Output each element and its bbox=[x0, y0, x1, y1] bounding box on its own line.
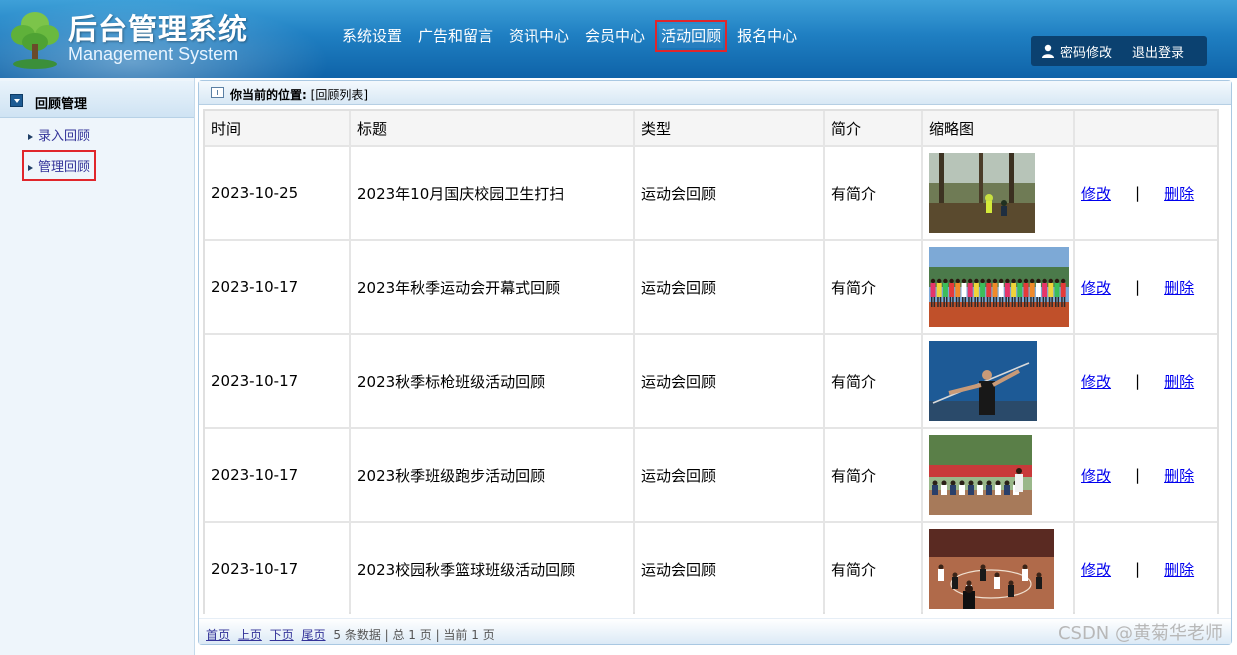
column-header: 简介 bbox=[825, 111, 921, 145]
column-header: 时间 bbox=[205, 111, 349, 145]
delete-link[interactable]: 删除 bbox=[1164, 465, 1194, 486]
pager-info: 5 条数据 | 总 1 页 | 当前 1 页 bbox=[333, 628, 495, 642]
basketball-photo bbox=[929, 529, 1054, 609]
triangle-right-icon bbox=[28, 164, 33, 171]
sidebar: 回顾管理 录入回顾 管理回顾 bbox=[0, 78, 195, 655]
sidebar-item-label: 录入回顾 bbox=[38, 129, 91, 144]
row-thumbnail-cell bbox=[923, 241, 1073, 333]
watermark: CSDN @黄菊华老师 bbox=[1057, 623, 1223, 644]
review-table: 时间 标题 类型 简介 缩略图 2023-10-25 2023年10月国庆校园卫生打扫 运动会… bbox=[203, 109, 1219, 615]
app-title: 后台管理系统 bbox=[68, 12, 249, 46]
cleaning-photo bbox=[929, 153, 1035, 233]
sidebar-item-label: 管理回顾 bbox=[38, 160, 91, 175]
row-type: 运动会回顾 bbox=[635, 429, 823, 521]
row-type: 运动会回顾 bbox=[635, 241, 823, 333]
nav-item-0[interactable]: 系统设置 bbox=[340, 24, 404, 48]
nav-item-4[interactable]: 活动回顾 bbox=[655, 20, 728, 52]
row-type: 运动会回顾 bbox=[635, 147, 823, 239]
breadcrumb-value: [回顾列表] bbox=[310, 88, 369, 102]
user-box: 密码修改 退出登录 bbox=[1031, 36, 1207, 66]
first-page-link[interactable]: 首页 bbox=[206, 628, 230, 642]
column-header: 类型 bbox=[635, 111, 823, 145]
nav-item-2[interactable]: 资讯中心 bbox=[507, 24, 571, 48]
row-date: 2023-10-17 bbox=[205, 335, 349, 427]
pager: 首页 上页 下页 尾页 5 条数据 | 总 1 页 | 当前 1 页 bbox=[206, 626, 495, 643]
edit-link[interactable]: 修改 bbox=[1081, 183, 1111, 204]
triangle-right-icon bbox=[28, 133, 33, 140]
row-date: 2023-10-17 bbox=[205, 429, 349, 521]
row-type: 运动会回顾 bbox=[635, 335, 823, 427]
row-title: 2023年秋季运动会开幕式回顾 bbox=[351, 241, 633, 333]
row-thumbnail-cell bbox=[923, 147, 1073, 239]
nav-item-5[interactable]: 报名中心 bbox=[735, 24, 799, 48]
edit-link[interactable]: 修改 bbox=[1081, 277, 1111, 298]
row-actions: 修改 | 删除 bbox=[1075, 241, 1217, 333]
breadcrumb-label: 你当前的位置: bbox=[230, 88, 307, 102]
row-actions: 修改 | 删除 bbox=[1075, 429, 1217, 521]
row-summary: 有简介 bbox=[825, 147, 921, 239]
action-separator: | bbox=[1135, 184, 1141, 202]
delete-link[interactable]: 删除 bbox=[1164, 371, 1194, 392]
row-actions: 修改 | 删除 bbox=[1075, 335, 1217, 427]
row-thumbnail-cell bbox=[923, 523, 1073, 615]
row-summary: 有简介 bbox=[825, 429, 921, 521]
row-summary: 有简介 bbox=[825, 241, 921, 333]
collapse-toggle-icon[interactable] bbox=[10, 94, 23, 107]
action-separator: | bbox=[1135, 278, 1141, 296]
action-separator: | bbox=[1135, 560, 1141, 578]
logout-link[interactable]: 退出登录 bbox=[1132, 42, 1184, 61]
sidebar-section-title: 回顾管理 bbox=[35, 97, 88, 112]
running-photo bbox=[929, 435, 1032, 515]
app-header: 后台管理系统 Management System 系统设置 广告和留言 资讯中心 会员… bbox=[0, 0, 1237, 78]
sidebar-section-header[interactable]: 回顾管理 bbox=[0, 81, 194, 118]
row-actions: 修改 | 删除 bbox=[1075, 523, 1217, 615]
top-nav: 系统设置 广告和留言 资讯中心 会员中心 活动回顾 报名中心 bbox=[334, 20, 805, 52]
next-page-link[interactable]: 下页 bbox=[270, 628, 294, 642]
row-actions: 修改 | 删除 bbox=[1075, 147, 1217, 239]
row-date: 2023-10-17 bbox=[205, 523, 349, 615]
row-type: 运动会回顾 bbox=[635, 523, 823, 615]
column-header: 标题 bbox=[351, 111, 633, 145]
delete-link[interactable]: 删除 bbox=[1164, 183, 1194, 204]
opening-ceremony-photo bbox=[929, 247, 1069, 327]
row-thumbnail-cell bbox=[923, 335, 1073, 427]
row-title: 2023年10月国庆校园卫生打扫 bbox=[351, 147, 633, 239]
row-title: 2023秋季班级跑步活动回顾 bbox=[351, 429, 633, 521]
prev-page-link[interactable]: 上页 bbox=[238, 628, 262, 642]
row-date: 2023-10-17 bbox=[205, 241, 349, 333]
nav-item-1[interactable]: 广告和留言 bbox=[416, 24, 495, 48]
javelin-photo bbox=[929, 341, 1037, 421]
row-title: 2023校园秋季篮球班级活动回顾 bbox=[351, 523, 633, 615]
list-icon bbox=[211, 87, 224, 98]
edit-link[interactable]: 修改 bbox=[1081, 559, 1111, 580]
delete-link[interactable]: 删除 bbox=[1164, 559, 1194, 580]
action-separator: | bbox=[1135, 372, 1141, 390]
main-panel: 你当前的位置: [回顾列表] 时间 标题 类型 简介 缩略图 2023-10-25 2023… bbox=[198, 80, 1232, 645]
app-subtitle: Management System bbox=[68, 44, 239, 64]
last-page-link[interactable]: 尾页 bbox=[302, 628, 326, 642]
column-header bbox=[1075, 111, 1217, 145]
edit-link[interactable]: 修改 bbox=[1081, 465, 1111, 486]
row-summary: 有简介 bbox=[825, 335, 921, 427]
delete-link[interactable]: 删除 bbox=[1164, 277, 1194, 298]
row-date: 2023-10-25 bbox=[205, 147, 349, 239]
breadcrumb: 你当前的位置: [回顾列表] bbox=[199, 81, 1231, 105]
row-thumbnail-cell bbox=[923, 429, 1073, 521]
sidebar-item-add-review[interactable]: 录入回顾 bbox=[28, 125, 90, 144]
person-icon bbox=[1042, 44, 1054, 58]
tree-logo-icon bbox=[11, 12, 59, 69]
edit-link[interactable]: 修改 bbox=[1081, 371, 1111, 392]
action-separator: | bbox=[1135, 466, 1141, 484]
nav-item-3[interactable]: 会员中心 bbox=[583, 24, 647, 48]
row-summary: 有简介 bbox=[825, 523, 921, 615]
row-title: 2023秋季标枪班级活动回顾 bbox=[351, 335, 633, 427]
sidebar-item-manage-review[interactable]: 管理回顾 bbox=[21, 150, 97, 181]
column-header: 缩略图 bbox=[923, 111, 1073, 145]
change-password-link[interactable]: 密码修改 bbox=[1060, 42, 1112, 61]
